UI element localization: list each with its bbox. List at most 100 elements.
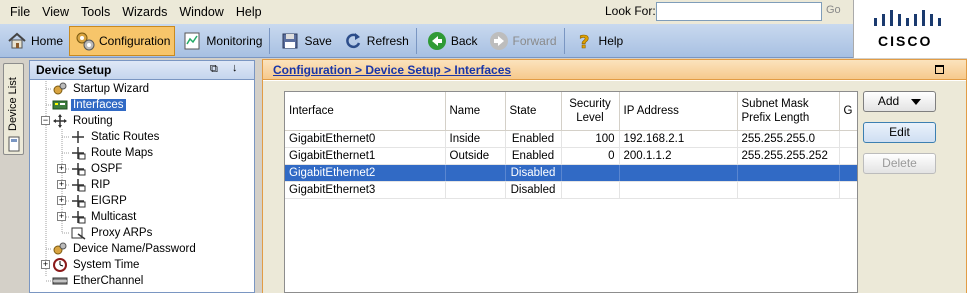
- expand-ospf-icon[interactable]: +: [57, 164, 66, 173]
- column-header-name[interactable]: Name: [445, 92, 506, 131]
- cell-state: Enabled: [505, 130, 562, 148]
- refresh-button[interactable]: Refresh: [338, 26, 413, 56]
- tree-item-startup-wizard[interactable]: Startup Wizard: [52, 81, 151, 97]
- column-header-state[interactable]: State: [505, 92, 562, 131]
- tree-item-label: EtherChannel: [73, 275, 144, 287]
- menu-tools[interactable]: Tools: [75, 0, 116, 24]
- menu-help[interactable]: Help: [230, 0, 268, 24]
- cell-state: Disabled: [505, 181, 562, 199]
- tree-item-device-name-password[interactable]: Device Name/Password: [52, 241, 198, 257]
- table-row[interactable]: GigabitEthernet0 Inside Enabled 100 192.…: [285, 130, 857, 148]
- restore-icon[interactable]: ⧉: [210, 63, 218, 76]
- table-row[interactable]: GigabitEthernet3 Disabled: [285, 181, 857, 199]
- table-row[interactable]: GigabitEthernet1 Outside Enabled 0 200.1…: [285, 147, 857, 165]
- tree-item-multicast[interactable]: Multicast: [70, 209, 138, 225]
- column-header-subnet-mask[interactable]: Subnet Mask Prefix Length: [737, 92, 840, 131]
- forward-button[interactable]: Forward: [484, 26, 561, 56]
- cell-security-level: [561, 164, 620, 182]
- breadcrumb[interactable]: Configuration > Device Setup > Interface…: [273, 63, 511, 77]
- column-header-ip-address[interactable]: IP Address: [619, 92, 738, 131]
- column-header-interface[interactable]: Interface: [285, 92, 446, 131]
- toolbar-divider: [415, 27, 417, 54]
- expand-rip-icon[interactable]: +: [57, 180, 66, 189]
- edit-button[interactable]: Edit: [863, 122, 936, 143]
- go-button[interactable]: Go: [826, 4, 841, 16]
- menu-window[interactable]: Window: [173, 0, 229, 24]
- home-icon: [6, 30, 28, 52]
- forward-arrow-icon: [488, 30, 510, 52]
- cisco-logo: CISCO: [853, 0, 967, 58]
- tree-item-label: Routing: [73, 115, 113, 127]
- cell-interface: GigabitEthernet1: [285, 147, 446, 165]
- menu-file[interactable]: File: [0, 0, 36, 24]
- add-label: Add: [877, 94, 900, 108]
- maximize-icon[interactable]: [935, 65, 944, 74]
- menu-view[interactable]: View: [36, 0, 75, 24]
- help-button[interactable]: ? Help: [570, 26, 628, 56]
- refresh-label: Refresh: [366, 33, 409, 48]
- delete-button[interactable]: Delete: [863, 153, 936, 174]
- floppy-disk-icon: [279, 30, 301, 52]
- cell-ip-address: [619, 164, 738, 182]
- monitoring-button[interactable]: Monitoring: [177, 26, 266, 56]
- look-for-input[interactable]: [656, 2, 822, 21]
- back-button[interactable]: Back: [422, 26, 482, 56]
- tree-item-routing[interactable]: Routing: [52, 113, 115, 129]
- menu-wizards[interactable]: Wizards: [116, 0, 173, 24]
- cisco-bridge-icon: [874, 10, 941, 26]
- save-button[interactable]: Save: [275, 26, 335, 56]
- routing-arrows-icon: [52, 114, 68, 128]
- interfaces-panel-header: Configuration > Device Setup > Interface…: [263, 60, 966, 80]
- device-list-icon: [8, 136, 20, 152]
- cell-interface: GigabitEthernet3: [285, 181, 446, 199]
- device-setup-title: Device Setup: [36, 63, 112, 77]
- main-toolbar: Home Configuration Monitoring Save Refre…: [0, 24, 853, 58]
- home-button[interactable]: Home: [2, 26, 67, 56]
- monitoring-label: Monitoring: [206, 33, 263, 48]
- question-mark-icon: ?: [574, 30, 596, 52]
- tree-item-label: Proxy ARPs: [91, 227, 153, 239]
- cell-security-level: [561, 181, 620, 199]
- routing-protocol-icon: [70, 194, 86, 208]
- column-header-security-level[interactable]: Security Level: [561, 92, 620, 131]
- clock-icon: [52, 258, 68, 272]
- tree-item-eigrp[interactable]: EIGRP: [70, 193, 129, 209]
- proxy-arp-icon: [70, 226, 86, 240]
- tree-item-interfaces[interactable]: Interfaces: [52, 97, 126, 113]
- expand-eigrp-icon[interactable]: +: [57, 196, 66, 205]
- cell-extra: [839, 147, 857, 165]
- etherchannel-icon: [52, 274, 68, 288]
- interface-card-icon: [52, 98, 68, 112]
- expand-multicast-icon[interactable]: +: [57, 212, 66, 221]
- device-list-strip: Device List: [0, 58, 26, 293]
- device-list-tab[interactable]: Device List: [3, 63, 24, 155]
- table-row-selected[interactable]: GigabitEthernet2 Disabled: [285, 164, 857, 182]
- tree-item-system-time[interactable]: System Time: [52, 257, 141, 273]
- column-header-truncated[interactable]: G: [839, 92, 857, 131]
- tree-item-proxy-arps[interactable]: Proxy ARPs: [70, 225, 154, 241]
- tree-item-rip[interactable]: RIP: [70, 177, 112, 193]
- cell-security-level: 0: [561, 147, 620, 165]
- collapse-routing-icon[interactable]: −: [41, 116, 50, 125]
- pin-icon[interactable]: ↓: [232, 62, 238, 74]
- tree-item-static-routes[interactable]: Static Routes: [70, 129, 161, 145]
- device-setup-header: Device Setup ⧉ ↓: [30, 61, 254, 80]
- tree-item-route-maps[interactable]: Route Maps: [70, 145, 155, 161]
- cell-subnet-mask: 255.255.255.252: [737, 147, 840, 165]
- help-label: Help: [598, 33, 624, 48]
- cell-interface: GigabitEthernet2: [285, 164, 446, 182]
- add-button[interactable]: Add: [863, 91, 936, 112]
- expand-system-time-icon[interactable]: +: [41, 260, 50, 269]
- look-for-label: Look For:: [605, 4, 656, 18]
- table-header-row: Interface Name State Security Level IP A…: [285, 92, 857, 131]
- tree-item-ospf[interactable]: OSPF: [70, 161, 124, 177]
- routing-protocol-icon: [70, 162, 86, 176]
- dropdown-arrow-icon: [911, 98, 922, 105]
- cell-name: [445, 181, 506, 199]
- cell-extra: [839, 181, 857, 199]
- route-map-icon: [70, 146, 86, 160]
- tree-item-etherchannel[interactable]: EtherChannel: [52, 273, 145, 289]
- configuration-button[interactable]: Configuration: [69, 25, 176, 56]
- back-label: Back: [450, 33, 478, 48]
- toolbar-divider: [563, 27, 565, 54]
